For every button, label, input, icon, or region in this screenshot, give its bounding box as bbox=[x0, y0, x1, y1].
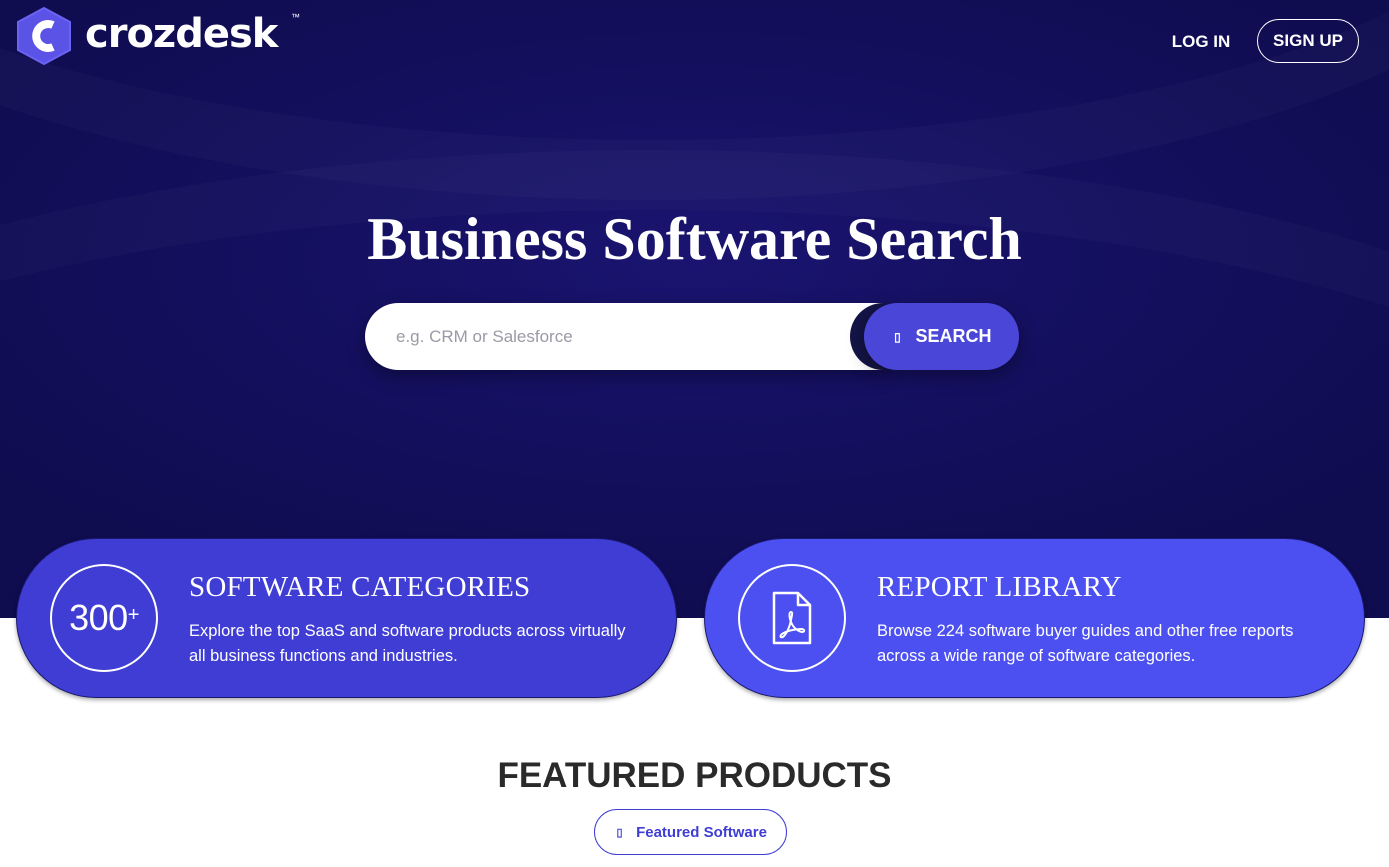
brand-logo[interactable]: crozdesk bbox=[15, 6, 278, 66]
card-title: SOFTWARE CATEGORIES bbox=[189, 571, 531, 603]
categories-count-badge: 300+ bbox=[50, 564, 158, 672]
featured-software-label: Featured Software bbox=[636, 823, 767, 841]
featured-products-title: FEATURED PRODUCTS bbox=[497, 756, 892, 795]
search-button[interactable]: ▯ SEARCH bbox=[864, 303, 1019, 370]
card-description: Browse 224 software buyer guides and oth… bbox=[877, 622, 1294, 665]
report-icon-badge bbox=[738, 564, 846, 672]
software-categories-card[interactable]: 300+ SOFTWARE CATEGORIES Explore the top… bbox=[16, 538, 677, 698]
brand-name: crozdesk bbox=[85, 11, 278, 57]
report-library-card[interactable]: REPORT LIBRARY Browse 224 software buyer… bbox=[704, 538, 1365, 698]
crozdesk-logo-icon bbox=[17, 6, 71, 66]
signup-button[interactable]: SIGN UP bbox=[1257, 19, 1359, 63]
search-input[interactable] bbox=[365, 303, 885, 370]
star-icon: ▯ bbox=[616, 826, 623, 839]
featured-software-tab[interactable]: ▯ Featured Software bbox=[594, 809, 787, 855]
search-button-label: SEARCH bbox=[915, 326, 992, 346]
search-bar: ▯ SEARCH bbox=[365, 303, 1019, 370]
pdf-document-icon bbox=[772, 591, 812, 645]
card-description: Explore the top SaaS and software produc… bbox=[189, 622, 626, 665]
trademark-symbol: ™ bbox=[291, 12, 300, 22]
card-title: REPORT LIBRARY bbox=[877, 571, 1122, 603]
login-link[interactable]: LOG IN bbox=[1162, 22, 1240, 62]
categories-count: 300+ bbox=[69, 597, 139, 638]
hero-section: crozdesk ™ LOG IN SIGN UP Business Softw… bbox=[0, 0, 1389, 618]
page-title: Business Software Search bbox=[367, 206, 1022, 272]
search-icon: ▯ bbox=[894, 329, 901, 344]
